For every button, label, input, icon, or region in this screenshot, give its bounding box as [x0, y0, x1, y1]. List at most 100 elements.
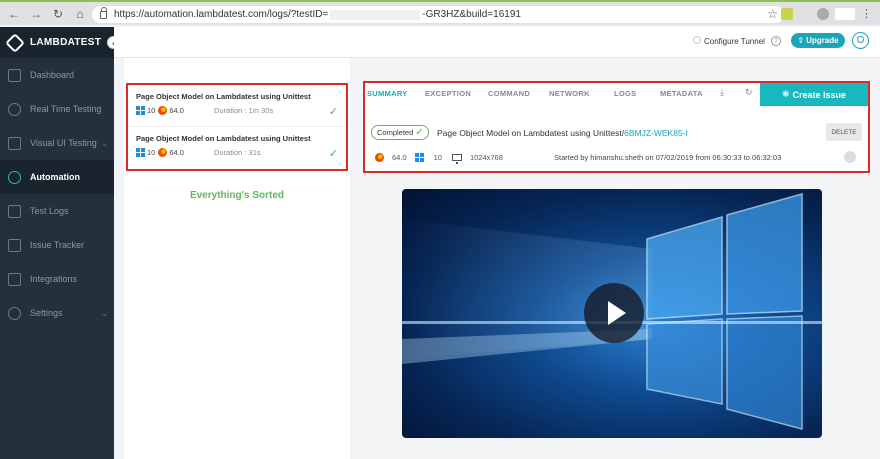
profile-icon[interactable] [835, 7, 855, 20]
tab-exception[interactable]: EXCEPTION [425, 89, 471, 98]
eye-icon [8, 136, 21, 150]
windows-icon [136, 106, 145, 115]
play-icon[interactable] [584, 283, 644, 343]
bug-icon [8, 238, 21, 252]
windows-icon [414, 153, 424, 162]
url-prefix: https://automation.lambdatest.com/logs/?… [114, 9, 329, 20]
lock-icon [100, 6, 107, 19]
sidebar-item-label: Settings [30, 308, 63, 318]
sidebar-item-label: Visual UI Testing [30, 138, 97, 148]
lambdatest-logo-icon [5, 32, 25, 53]
test-video-player[interactable] [402, 189, 822, 438]
environment-info: 64.0 10 1024x768 [375, 153, 503, 164]
check-icon: ✓ [415, 127, 424, 138]
sidebar-item-test-logs[interactable]: Test Logs [0, 194, 114, 228]
detail-tabs: SUMMARY EXCEPTION COMMAND NETWORK LOGS M… [365, 83, 761, 105]
url-redacted [330, 9, 421, 20]
tab-command[interactable]: COMMAND [488, 89, 530, 98]
clock-icon [8, 102, 21, 116]
chevron-down-icon: ⌄ [101, 308, 108, 318]
sidebar: LAMBDATEST ‹ Dashboard Real Time Testing… [0, 27, 120, 459]
create-issue-label: Create Issue [792, 89, 847, 100]
sidebar-item-label: Issue Tracker [30, 240, 85, 250]
tab-metadata[interactable]: METADATA [660, 89, 703, 98]
extension-icon[interactable] [799, 7, 811, 20]
empty-state-message: Everything's Sorted [189, 190, 285, 201]
url-suffix: -GR3HZ&build=16191 [422, 9, 521, 20]
sidebar-item-real-time-testing[interactable]: Real Time Testing [0, 92, 114, 126]
test-title: Page Object Model on Lambdatest using Un… [136, 92, 311, 101]
chevron-down-icon: ⌄ [101, 138, 108, 148]
help-icon[interactable]: ? [771, 36, 781, 46]
test-duration: Duration : 1m 30s [213, 106, 274, 115]
bug-icon: ❋ [781, 89, 790, 99]
sidebar-item-dashboard[interactable]: Dashboard [0, 58, 114, 92]
refresh-icon[interactable]: ↻ [745, 87, 753, 98]
browser-version: 64.0 [169, 106, 184, 115]
menu-icon[interactable]: ⋮ [861, 7, 872, 20]
test-name: Page Object Model on Lambdatest using Un… [437, 128, 688, 138]
browser-version: 64.0 [169, 148, 184, 157]
test-duration: Duration : 31s [213, 148, 261, 157]
browser-toolbar: ← → ↻ ⌂ https://automation.lambdatest.co… [0, 0, 880, 25]
delete-button[interactable]: DELETE [826, 123, 862, 141]
app-header: Configure Tunnel ? ⇧ Upgrade [114, 27, 880, 58]
sidebar-item-label: Test Logs [30, 206, 69, 216]
upgrade-button[interactable]: ⇧ Upgrade [791, 33, 845, 48]
back-icon[interactable]: ← [6, 6, 22, 22]
reload-icon[interactable]: ↻ [50, 6, 66, 22]
brand-name: LAMBDATEST [30, 37, 102, 48]
monitor-icon [451, 154, 462, 164]
sidebar-item-issue-tracker[interactable]: Issue Tracker [0, 228, 114, 262]
sidebar-item-label: Automation [30, 172, 80, 182]
download-icon[interactable]: ⤓ [720, 87, 724, 98]
os-version: 10 [147, 106, 156, 115]
sidebar-item-visual-ui-testing[interactable]: Visual UI Testing ⌄ [0, 126, 114, 160]
test-list-item[interactable]: Page Object Model on Lambdatest using Un… [128, 127, 346, 169]
test-list-item[interactable]: Page Object Model on Lambdatest using Un… [128, 85, 346, 127]
test-name-text: Page Object Model on Lambdatest using Un… [437, 128, 625, 138]
os-version: 10 [147, 148, 156, 157]
cube-icon [8, 204, 21, 218]
sidebar-item-settings[interactable]: Settings ⌄ [0, 296, 114, 330]
tab-summary[interactable]: SUMMARY [367, 89, 408, 98]
test-summary: SUMMARY EXCEPTION COMMAND NETWORK LOGS M… [363, 81, 870, 173]
sidebar-item-label: Real Time Testing [30, 104, 102, 114]
home-icon[interactable]: ⌂ [72, 6, 88, 22]
tab-network[interactable]: NETWORK [549, 89, 590, 98]
check-icon: ✓ [328, 148, 338, 160]
user-avatar-icon[interactable] [852, 32, 869, 49]
brand-bar: LAMBDATEST ‹ [0, 27, 120, 58]
plug-icon [8, 272, 21, 286]
tunnel-toggle[interactable] [693, 36, 701, 44]
gear-icon [8, 306, 21, 320]
test-id-link[interactable]: 6BMJZ-WEK85-I [624, 128, 688, 138]
address-bar[interactable]: https://automation.lambdatest.com/logs/?… [92, 6, 784, 23]
upgrade-label: Upgrade [806, 36, 839, 45]
resolution: 1024x768 [469, 153, 503, 162]
upgrade-arrow-icon: ⇧ [797, 36, 805, 45]
test-title: Page Object Model on Lambdatest using Un… [136, 134, 311, 143]
status-badge: Completed ✓ [371, 125, 429, 140]
sidebar-item-label: Dashboard [30, 70, 75, 80]
sidebar-item-label: Integrations [30, 274, 78, 284]
bookmark-star-icon[interactable]: ☆ [767, 7, 778, 21]
firefox-icon [158, 106, 168, 115]
browser-version: 64.0 [392, 153, 407, 162]
os-version: 10 [433, 153, 442, 162]
windows-icon [136, 148, 145, 157]
configure-tunnel-link[interactable]: Configure Tunnel [704, 37, 765, 46]
create-issue-button[interactable]: ❋ Create Issue [760, 83, 868, 106]
firefox-icon [158, 148, 168, 157]
sidebar-item-automation[interactable]: Automation [0, 160, 114, 194]
extension-icon[interactable] [817, 7, 829, 20]
robot-icon [8, 170, 21, 184]
forward-icon[interactable]: → [28, 6, 44, 22]
sidebar-item-integrations[interactable]: Integrations [0, 262, 114, 296]
test-list: Page Object Model on Lambdatest using Un… [126, 83, 348, 171]
firefox-icon [375, 153, 384, 162]
tab-logs[interactable]: LOGS [614, 89, 636, 98]
check-icon: ✓ [328, 106, 338, 118]
lock-icon[interactable] [844, 151, 856, 163]
extension-icon[interactable] [781, 7, 793, 20]
